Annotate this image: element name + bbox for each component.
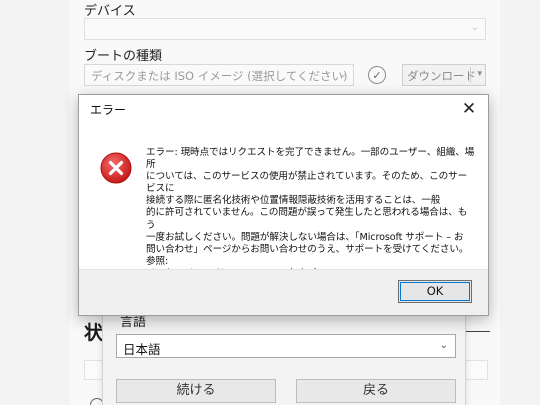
dialog-titlebar[interactable]: エラー ✕ [79,95,488,123]
boot-type-label: ブートの種類 [84,49,163,64]
device-select[interactable]: ⌄ [84,18,486,40]
dialog-title: エラー [90,103,127,117]
download-button[interactable]: ダウンロード ▾ [402,64,486,86]
close-button[interactable]: ✕ [452,96,486,122]
back-button[interactable]: 戻る [296,379,456,403]
chevron-down-icon: ⌄ [338,69,347,80]
boot-type-value: ディスクまたは ISO イメージ (選択してください) [91,69,348,83]
ok-button[interactable]: OK [398,280,472,303]
chevron-down-icon: ⌄ [470,22,479,33]
close-icon: ✕ [461,99,477,119]
chevron-down-icon[interactable]: ▾ [477,69,482,79]
language-value: 日本語 [123,342,161,357]
continue-button[interactable]: 続ける [116,379,276,403]
boot-type-select[interactable]: ディスクまたは ISO イメージ (選択してください) ⌄ [84,64,354,86]
dialog-footer: OK [79,269,488,315]
error-icon [100,152,132,184]
chevron-down-icon: ⌄ [439,340,448,351]
split-divider [470,67,471,83]
status-heading: 状 [84,322,104,344]
error-dialog: エラー ✕ エラー: 現時点ではリクエストを完了できません。一部のユーザー、組織… [78,94,489,316]
dialog-body: エラー: 現時点ではリクエストを完了できません。一部のユーザー、組織、場所 につ… [79,123,488,291]
download-label: ダウンロード [407,69,476,83]
device-label: デバイス [84,4,136,19]
check-icon[interactable]: ✓ [368,66,386,84]
language-select[interactable]: 日本語 ⌄ [116,334,456,358]
